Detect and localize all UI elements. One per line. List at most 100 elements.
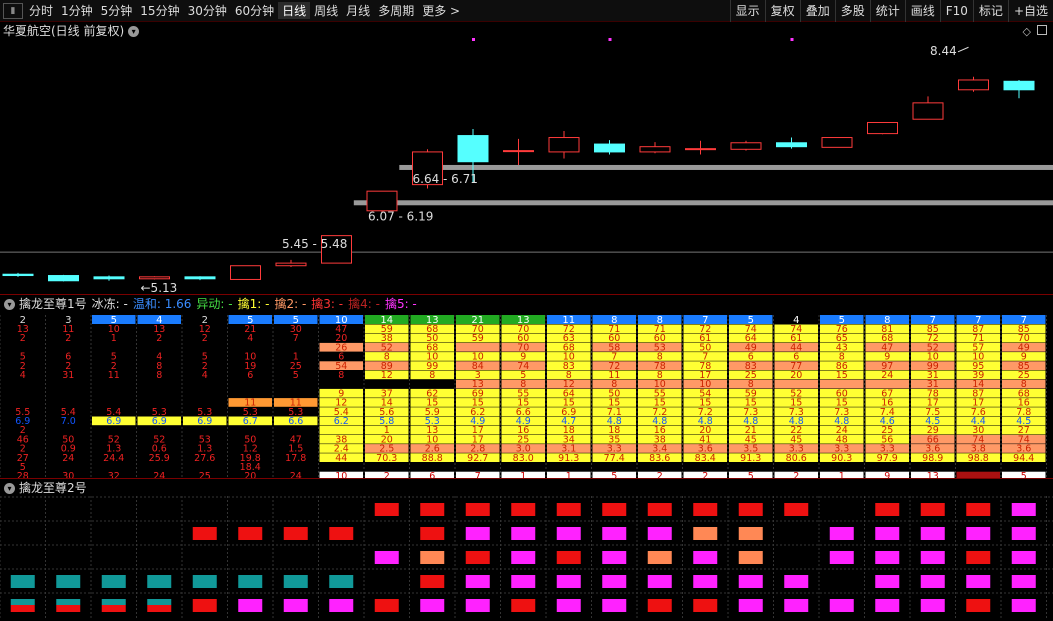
signal-block [875,551,900,564]
candle [730,140,762,151]
grid-value: 30 [62,471,74,478]
indicator1-item-5: 擒3: - [311,297,344,311]
grid-value: 25 [199,471,211,478]
period-tab-3[interactable]: 15分钟 [136,2,183,19]
signal-block [556,551,581,564]
toolbar-button-5[interactable]: 画线 [904,0,940,22]
signal-block [966,551,991,564]
signal-block [1011,503,1036,516]
toolbar-button-8[interactable]: +自选 [1007,0,1053,22]
period-tab-4[interactable]: 30分钟 [184,2,231,19]
grid-cell [865,379,909,389]
signal-block [465,599,490,612]
signal-block [920,503,945,516]
signal-block [1011,575,1036,588]
candle [93,275,125,281]
grid-value: 83.4 [695,453,716,464]
signal-block [511,551,536,564]
grid-value: 83.0 [513,453,534,464]
indicator1-item-4: 擒2: - [274,297,307,311]
candle [685,140,716,155]
zone-label-2: 6.07 - 6.19 [368,209,433,223]
grid-cell [774,379,818,389]
chevron-down-icon[interactable]: ▾ [4,482,15,494]
toolbar-button-7[interactable]: 标记 [972,0,1008,22]
period-tab-2[interactable]: 5分钟 [97,2,137,19]
signal-block [920,575,945,588]
signal-block [101,575,126,588]
period-tab-5[interactable]: 60分钟 [231,2,278,19]
grid-cell [820,379,864,389]
grid-value: 8 [429,370,435,381]
period-tab-7[interactable]: 周线 [310,2,342,19]
grid-value: 2 [702,471,708,478]
grid-value: 59 [472,333,484,344]
grid-value: 2 [202,333,208,344]
candlestick-chart[interactable]: 6.64 - 6.71 6.07 - 6.19 5.45 - 5.48 ←5.13 8.… [0,38,1053,295]
toolbar-button-2[interactable]: 叠加 [799,0,835,22]
grid-value: 4 [247,333,253,344]
signal-block [147,605,172,612]
period-tab-9[interactable]: 多周期 [374,2,418,19]
period-tabs: 分时 1分钟 5分钟 15分钟 30分钟 60分钟 日线 周线 月线 多周期 更多 > [25,2,464,19]
grid-value: 20 [244,471,256,478]
signal-block [374,599,399,612]
signal-block [602,551,627,564]
signal-block [420,527,445,540]
signal-block [920,527,945,540]
indicator1-item-2: 异动: - [196,297,233,311]
signal-block [192,599,217,612]
toolbar-button-6[interactable]: F10 [939,0,973,22]
candle [503,138,534,165]
signal-block [647,503,672,516]
grid-value: 1 [566,471,572,478]
period-tab-6[interactable]: 日线 [278,2,311,19]
grid-value: 12 [381,370,393,381]
candle [184,276,216,281]
toolbar-right-buttons: 显示 复权 叠加 多股 统计 画线 F10 标记 +自选 [729,0,1053,22]
signal-block [374,551,399,564]
chevron-down-icon[interactable]: ▾ [128,25,140,37]
grid-value: 5 [748,471,754,478]
signal-block [465,551,490,564]
grid-value: 1 [111,333,117,344]
period-tab-10[interactable]: 更多 > [418,2,464,19]
signal-block [10,575,35,588]
signal-block [920,599,945,612]
grid-value: 7 [475,471,481,478]
toolbar-button-0[interactable]: 显示 [729,0,765,22]
toolbar-button-4[interactable]: 统计 [869,0,905,22]
period-tab-0[interactable]: 分时 [25,2,57,19]
grid-value: 44 [335,453,347,464]
panel-toggle-icon[interactable]: ▮ [3,2,23,19]
period-tab-1[interactable]: 1分钟 [57,2,97,19]
grid-value: 8 [338,370,344,381]
grid-value: 24.4 [103,453,124,464]
grid-value: 7.0 [61,416,76,427]
signal-block [738,551,763,564]
signal-block [238,599,263,612]
signal-block [602,503,627,516]
signal-block [1011,551,1036,564]
toolbar-button-3[interactable]: 多股 [834,0,870,22]
signal-dot [472,38,475,41]
candle [594,140,625,155]
signal-block [465,503,490,516]
grid-value: 4 [20,370,26,381]
diamond-icon[interactable]: ◇ [1023,25,1031,38]
period-tab-8[interactable]: 月线 [342,2,374,19]
maximize-icon[interactable] [1037,25,1047,35]
signal-block [784,575,809,588]
signal-block [693,599,718,612]
signal-block [329,575,354,588]
chevron-down-icon[interactable]: ▾ [4,298,15,310]
grid-cell [456,342,500,352]
signal-block [56,605,81,612]
signal-block [738,599,763,612]
stock-title: 华夏航空(日线 前复权) [3,24,125,38]
support-zone-bar [399,164,1053,170]
grid-value: 2 [657,471,663,478]
signal-block [784,599,809,612]
indicator1-values: 冰冻: - 温和: 1.66 异动: - 擒1: - 擒2: - 擒3: - 擒4: - 擒5… [92,296,422,312]
toolbar-button-1[interactable]: 复权 [764,0,800,22]
